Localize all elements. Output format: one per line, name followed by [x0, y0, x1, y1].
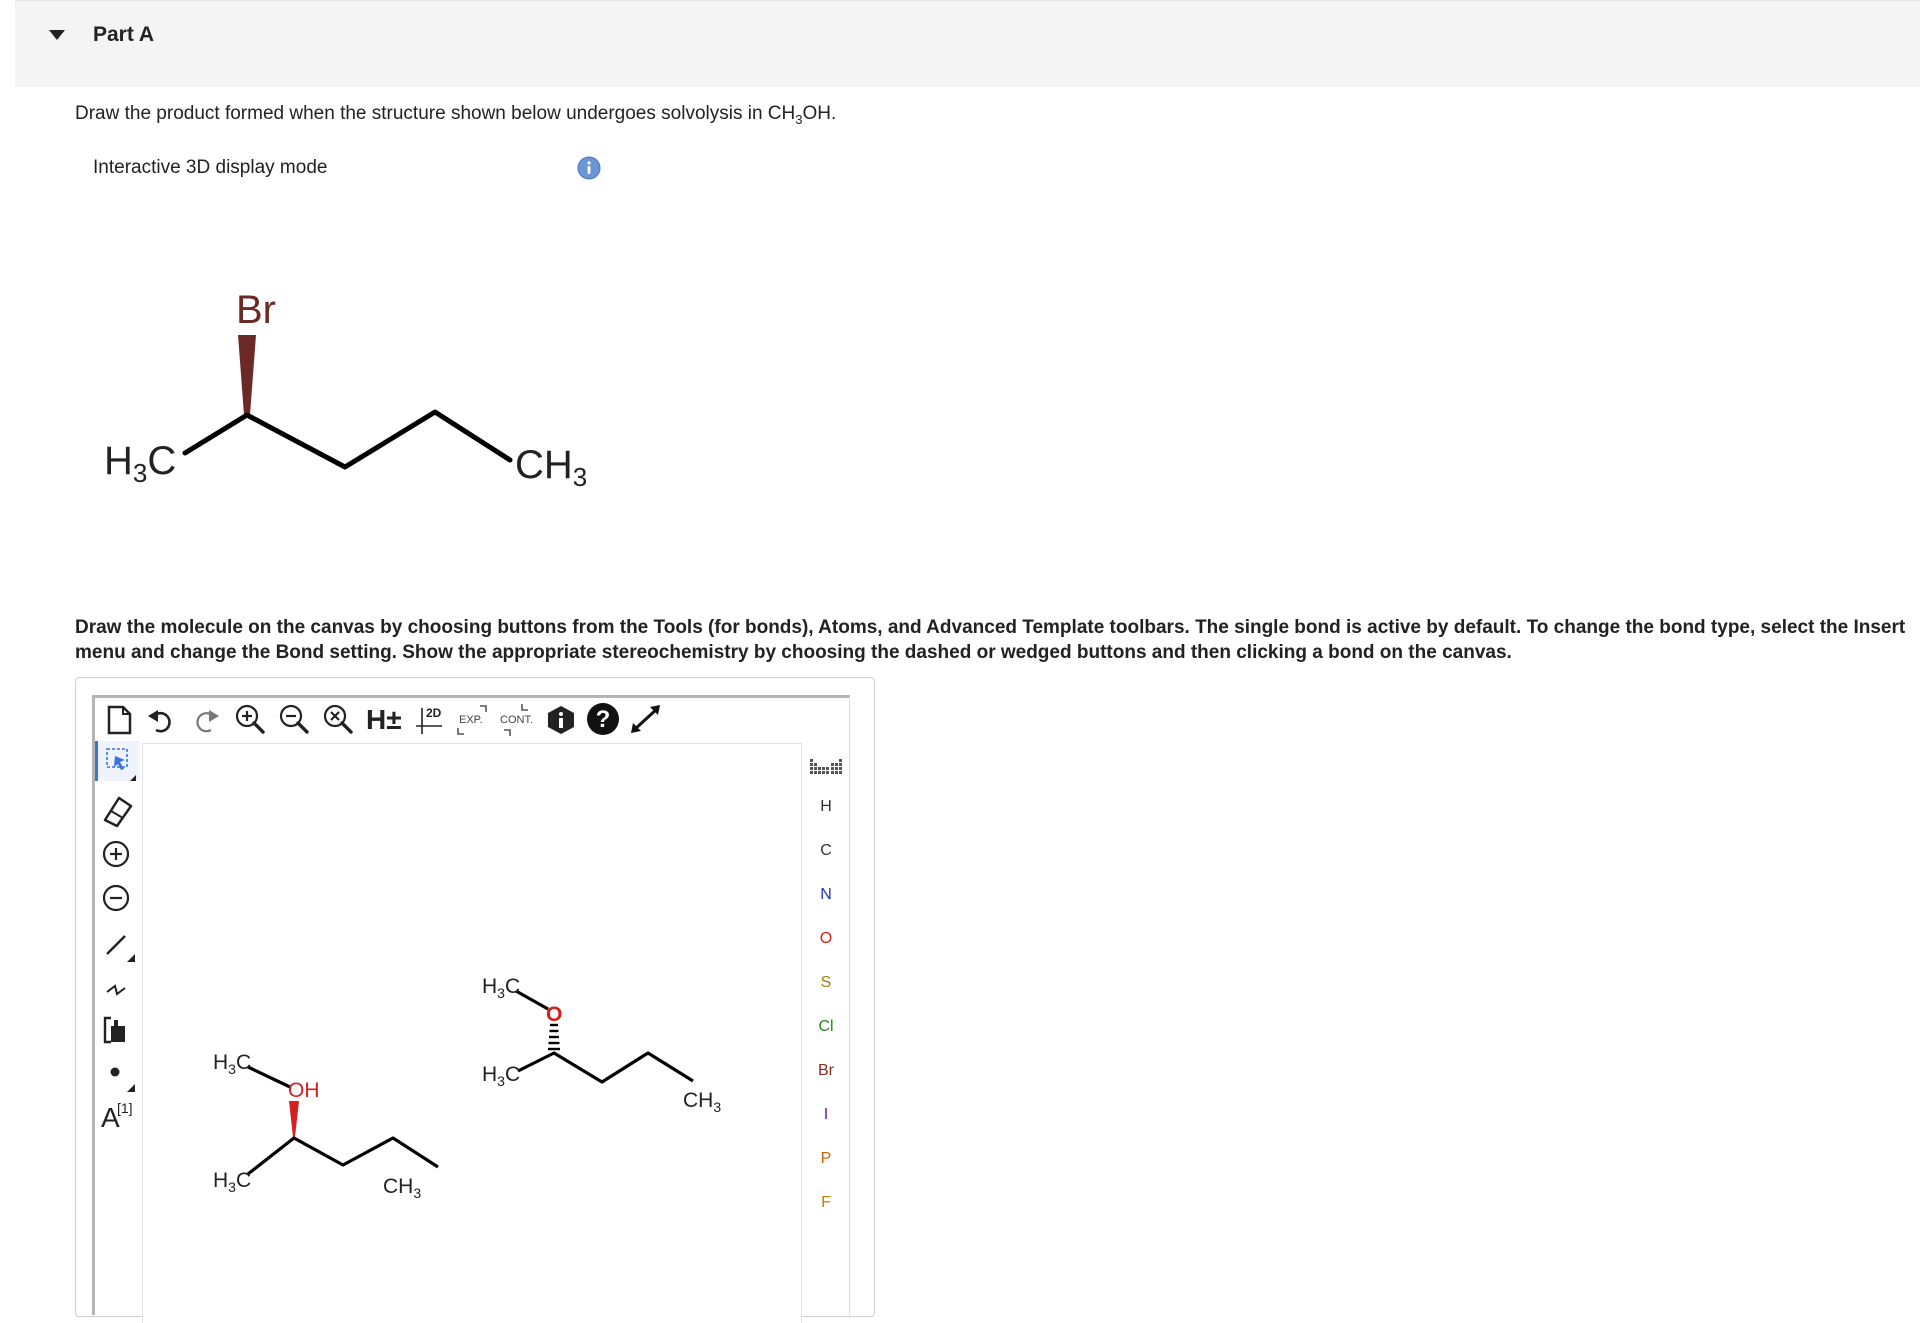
hydrogen-toggle-button[interactable]: H± [366, 704, 402, 736]
mol2-o-label: O [546, 1003, 562, 1026]
mol1-oh-label: OH [288, 1079, 320, 1102]
positive-charge-icon[interactable] [95, 834, 137, 874]
canvas-molecule-2[interactable]: H3C O H3C CH3 [468, 959, 738, 1129]
atom-button-f[interactable]: F [808, 1188, 844, 1218]
mol2-h3c-left: H3C [482, 1063, 520, 1089]
single-bond-icon[interactable] [95, 924, 137, 964]
mol1-h3c-bottom: H3C [213, 1169, 251, 1195]
clean-2d-button[interactable]: 2D [414, 704, 448, 736]
negative-charge-icon[interactable] [95, 878, 137, 918]
expand-label: EXP. [459, 714, 483, 726]
atom-button-br[interactable]: Br [808, 1056, 844, 1086]
info-hexagon-icon[interactable] [546, 704, 576, 736]
mol2-h3c-top: H3C [482, 975, 520, 1001]
atom-button-s[interactable]: S [808, 968, 844, 998]
zoom-out-icon[interactable] [278, 703, 310, 735]
canvas-molecule-1[interactable]: H3C OH H3C CH3 [198, 1029, 448, 1219]
help-icon[interactable]: ? [586, 702, 620, 736]
atom-label-index: [1] [117, 1100, 133, 1116]
selection-rectangle-icon [106, 748, 136, 781]
dashed-wedge-bond [548, 1023, 560, 1051]
collapse-triangle-icon[interactable] [49, 30, 65, 42]
atom-button-i[interactable]: I [808, 1100, 844, 1130]
given-structure: Br H3C CH3 [104, 288, 587, 492]
display-mode-label: Interactive 3D display mode [93, 157, 328, 178]
zoom-in-icon[interactable] [234, 703, 266, 735]
part-title: Part A [93, 23, 155, 46]
oh-wedge-bond [289, 1101, 299, 1137]
contract-button[interactable]: CONT. [496, 704, 536, 736]
atom-button-p[interactable]: P [808, 1144, 844, 1174]
atom-button-o[interactable]: O [808, 924, 844, 954]
instructions-text: Draw the molecule on the canvas by choos… [75, 617, 1906, 663]
ch3-label: CH3 [515, 443, 587, 492]
chain-bond-icon[interactable] [95, 968, 137, 1008]
contract-label: CONT. [500, 714, 533, 726]
new-document-icon[interactable] [104, 704, 134, 736]
mol1-h3c-top: H3C [213, 1051, 251, 1077]
fullscreen-expand-icon[interactable] [628, 702, 664, 736]
undo-icon[interactable] [146, 706, 176, 734]
wedge-bond [238, 335, 256, 415]
atom-label-button[interactable]: A [1] [95, 1090, 137, 1133]
info-icon[interactable] [577, 156, 601, 180]
redo-icon[interactable] [191, 706, 221, 734]
select-tool-button[interactable] [95, 741, 140, 781]
template-icon[interactable] [95, 1010, 137, 1050]
carbon-chain [182, 409, 513, 470]
h3c-label: H3C [104, 439, 176, 488]
atom-button-h[interactable]: H [808, 792, 844, 822]
part-header[interactable]: Part A [15, 0, 1920, 87]
zoom-reset-icon[interactable] [322, 703, 354, 735]
drawing-canvas[interactable]: H3C OH H3C CH3 H3C O H3C CH3 [142, 743, 802, 1323]
question-text: Draw the product formed when the structu… [75, 103, 837, 127]
clean-2d-label: 2D [426, 706, 442, 720]
atom-button-c[interactable]: C [808, 836, 844, 866]
eraser-icon[interactable] [95, 790, 137, 830]
mol2-ch3-label: CH3 [683, 1089, 721, 1115]
mol1-ch3-label: CH3 [383, 1175, 421, 1201]
svg-text:?: ? [596, 706, 611, 733]
expand-button[interactable]: EXP. [456, 704, 490, 736]
atom-button-n[interactable]: N [808, 880, 844, 910]
br-label: Br [236, 288, 276, 332]
periodic-table-icon[interactable] [808, 755, 844, 777]
atom-button-cl[interactable]: Cl [808, 1012, 844, 1042]
